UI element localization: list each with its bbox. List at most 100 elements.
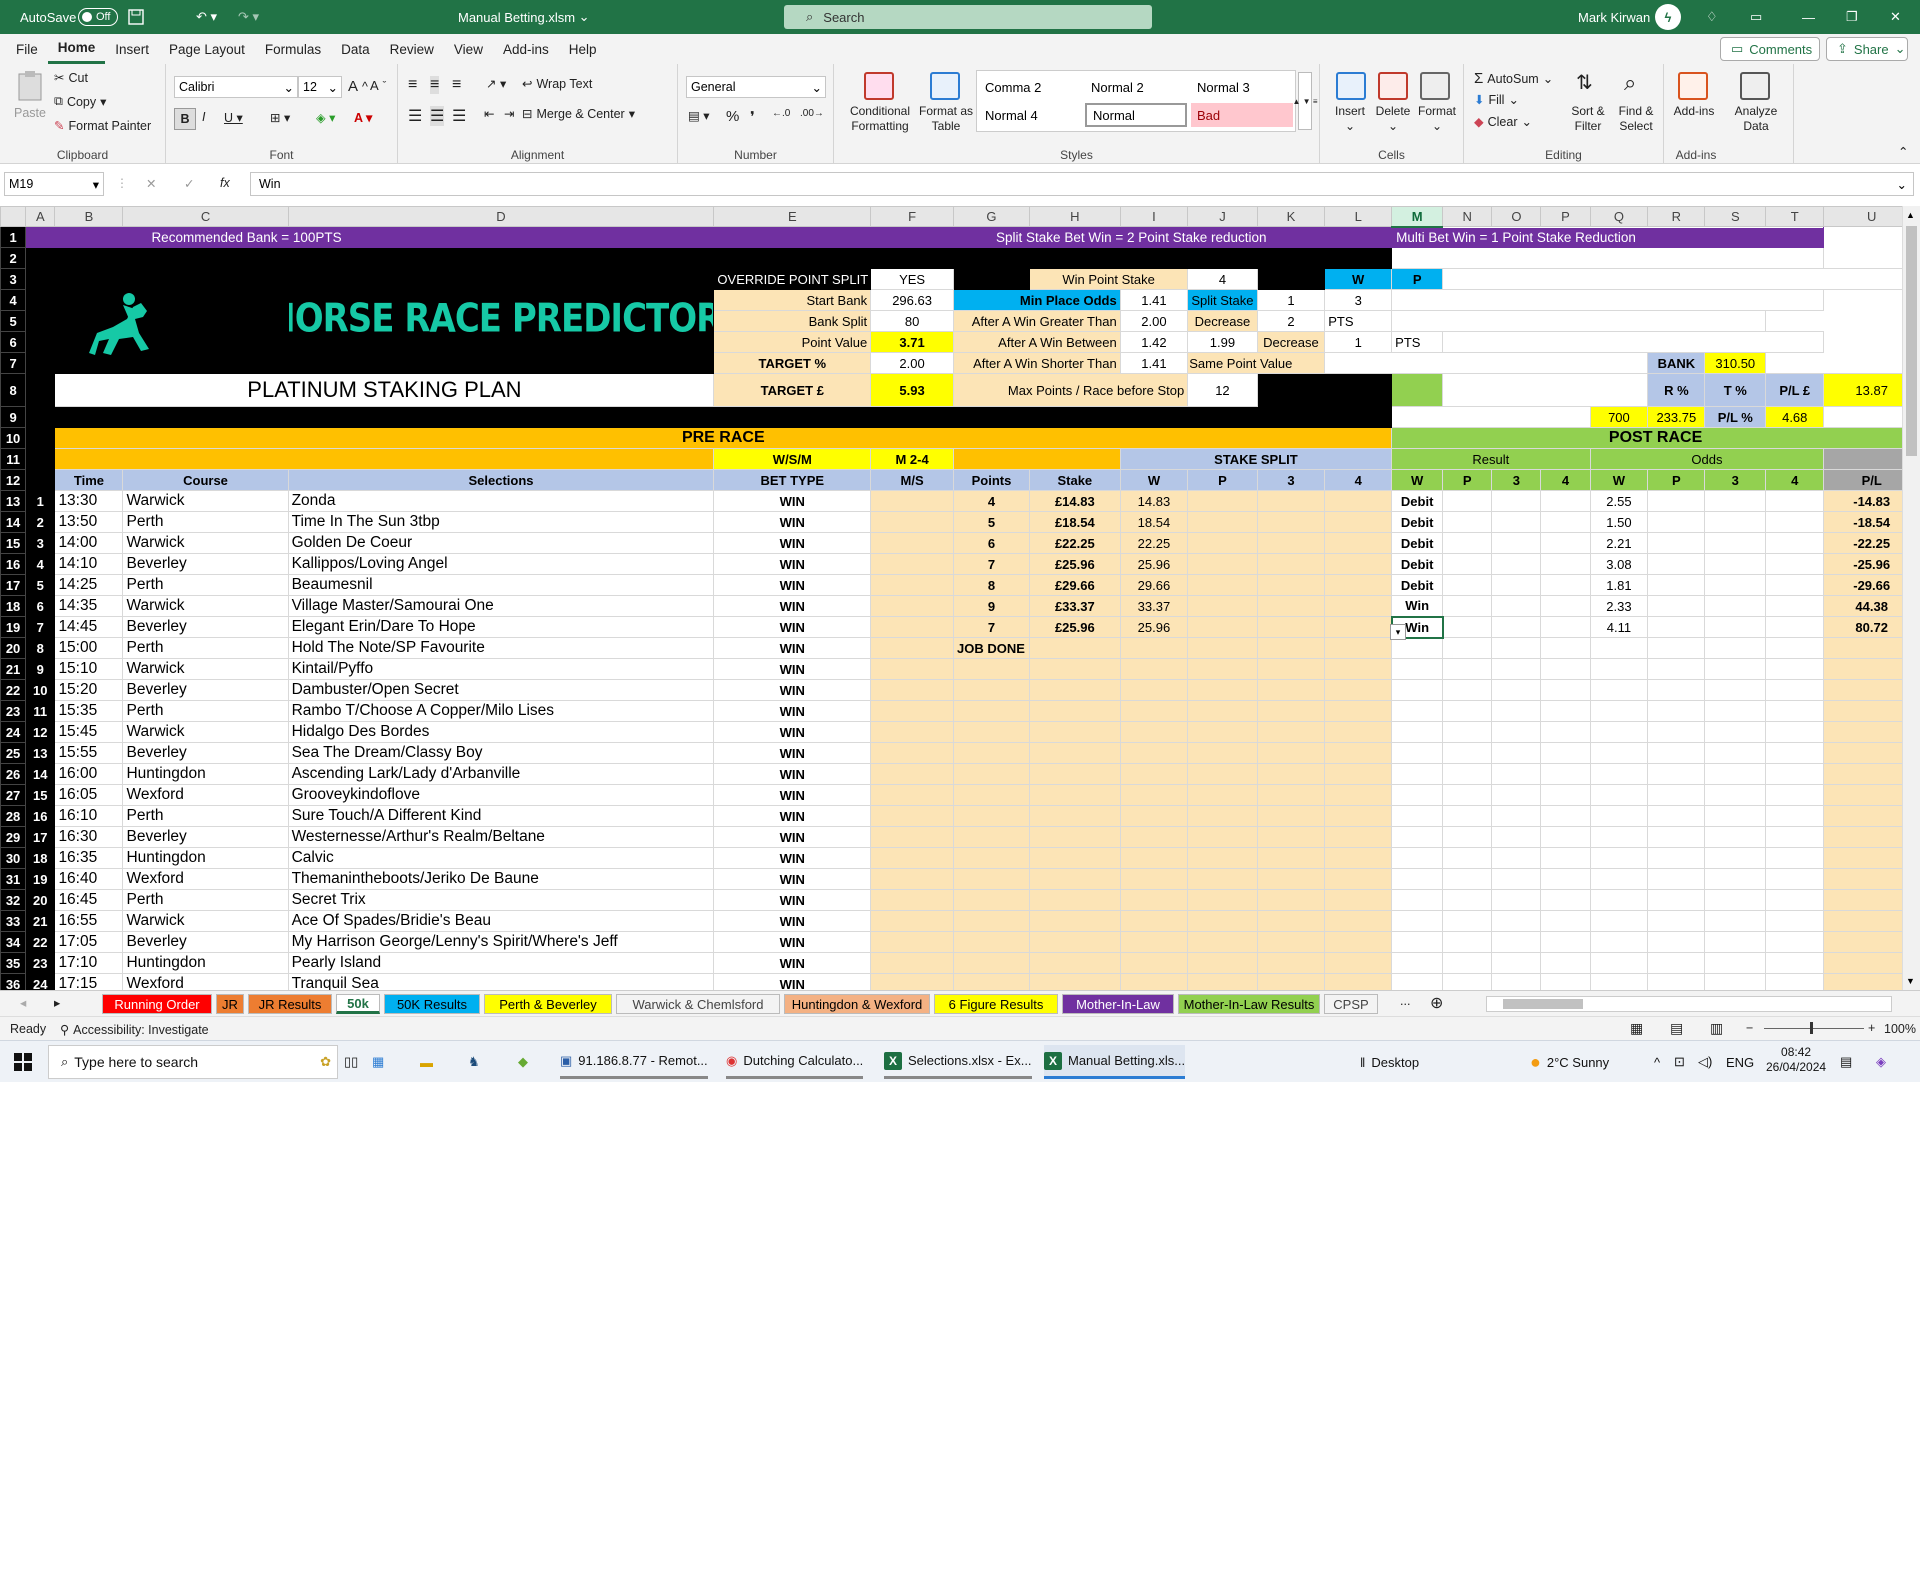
stake-cell[interactable] xyxy=(1028,931,1121,953)
result-4-cell[interactable] xyxy=(1540,784,1591,806)
bet-type[interactable]: WIN xyxy=(713,511,872,533)
race-selection[interactable]: Tranquil Sea xyxy=(287,973,715,990)
points-cell[interactable] xyxy=(953,721,1030,743)
points-cell[interactable] xyxy=(953,805,1030,827)
race-selection[interactable]: Village Master/Samourai One xyxy=(287,595,715,617)
col-E[interactable]: E xyxy=(713,206,872,227)
result-3-cell[interactable] xyxy=(1491,826,1542,848)
style-normal[interactable]: Normal xyxy=(1085,103,1187,127)
split-3-cell[interactable] xyxy=(1256,700,1326,722)
stake-cell[interactable] xyxy=(1028,847,1121,869)
race-time[interactable]: 14:00 xyxy=(54,532,124,554)
format-cells-button[interactable]: Format ⌄ xyxy=(1412,104,1462,134)
result-p-cell[interactable] xyxy=(1442,721,1493,743)
scroll-down-icon[interactable]: ▼ xyxy=(1906,976,1915,986)
add-sheet-icon[interactable]: ⊕ xyxy=(1430,993,1443,1013)
result-p-cell[interactable] xyxy=(1442,742,1493,764)
split-4-cell[interactable] xyxy=(1324,952,1393,974)
result-p-cell[interactable] xyxy=(1442,763,1493,785)
odds-w-cell[interactable] xyxy=(1589,952,1649,974)
split-3-cell[interactable] xyxy=(1256,742,1326,764)
row-header[interactable]: 21 xyxy=(0,658,27,680)
odds-4-cell[interactable] xyxy=(1765,889,1825,911)
autosave-toggle[interactable]: Off xyxy=(78,0,118,34)
odds-p-cell[interactable] xyxy=(1647,910,1706,932)
odds-p-cell[interactable] xyxy=(1647,553,1706,575)
split-3-cell[interactable] xyxy=(1256,553,1326,575)
points-cell[interactable] xyxy=(953,679,1030,701)
greater-value[interactable]: 2.00 xyxy=(1119,310,1189,332)
points-cell[interactable] xyxy=(953,784,1030,806)
race-time[interactable]: 15:45 xyxy=(54,721,124,743)
result-3-cell[interactable] xyxy=(1491,763,1542,785)
split-4-cell[interactable] xyxy=(1324,658,1393,680)
volume-icon[interactable]: ◁) xyxy=(1698,1045,1712,1079)
result-4-cell[interactable] xyxy=(1540,637,1591,659)
result-w-cell[interactable]: Debit xyxy=(1391,574,1444,596)
odds-4-cell[interactable] xyxy=(1765,952,1825,974)
ms-cell[interactable] xyxy=(870,868,954,890)
font-color-icon[interactable]: A ▾ xyxy=(354,110,372,125)
format-as-table-button[interactable]: Format as Table xyxy=(918,104,974,134)
sheet-tab[interactable]: 6 Figure Results xyxy=(934,994,1058,1014)
result-3-cell[interactable] xyxy=(1491,931,1542,953)
row-header[interactable]: 26 xyxy=(0,763,27,785)
fill-color-icon[interactable]: ◈ ▾ xyxy=(316,110,335,125)
race-time[interactable]: 16:05 xyxy=(54,784,124,806)
race-time[interactable]: 17:10 xyxy=(54,952,124,974)
stake-cell[interactable] xyxy=(1028,784,1121,806)
row-header[interactable]: 28 xyxy=(0,805,27,827)
odds-4-cell[interactable] xyxy=(1765,826,1825,848)
borders-icon[interactable]: ⊞ ▾ xyxy=(270,110,290,125)
max-points-value[interactable]: 12 xyxy=(1187,373,1258,407)
split-p-cell[interactable] xyxy=(1187,721,1258,743)
cell-dropdown-arrow[interactable]: ▾ xyxy=(1390,624,1406,640)
split-w-cell[interactable] xyxy=(1119,868,1189,890)
race-time[interactable]: 15:00 xyxy=(54,637,124,659)
result-w-cell[interactable]: Win xyxy=(1391,595,1444,617)
split-4-cell[interactable] xyxy=(1324,616,1393,638)
split-4-cell[interactable] xyxy=(1324,595,1393,617)
autosum-button[interactable]: Σ AutoSum ⌄ xyxy=(1474,70,1553,87)
tab-insert[interactable]: Insert xyxy=(105,34,159,64)
split-p-cell[interactable] xyxy=(1187,700,1258,722)
result-w-cell[interactable] xyxy=(1391,805,1444,827)
split-w-cell[interactable] xyxy=(1119,763,1189,785)
result-p-cell[interactable] xyxy=(1442,973,1493,990)
odds-3-cell[interactable] xyxy=(1704,742,1767,764)
split-w-value[interactable]: 1 xyxy=(1256,289,1326,311)
col-A[interactable]: A xyxy=(25,206,56,227)
undo-icon[interactable]: ↶ ▾ xyxy=(196,0,217,34)
result-w-cell[interactable] xyxy=(1391,784,1444,806)
split-p-cell[interactable] xyxy=(1187,616,1258,638)
minimize-icon[interactable]: — xyxy=(1802,0,1815,34)
race-time[interactable]: 14:35 xyxy=(54,595,124,617)
delete-cells-button[interactable]: Delete ⌄ xyxy=(1368,104,1418,134)
odds-w-cell[interactable]: 1.81 xyxy=(1589,574,1649,596)
race-time[interactable]: 16:40 xyxy=(54,868,124,890)
race-selection[interactable]: Golden De Coeur xyxy=(287,532,715,554)
row-header[interactable]: 16 xyxy=(0,553,27,575)
result-p-cell[interactable] xyxy=(1442,847,1493,869)
odds-3-cell[interactable] xyxy=(1704,721,1767,743)
odds-3-cell[interactable] xyxy=(1704,931,1767,953)
split-p-cell[interactable] xyxy=(1187,511,1258,533)
odds-4-cell[interactable] xyxy=(1765,679,1825,701)
odds-w-cell[interactable]: 2.21 xyxy=(1589,532,1649,554)
styles-scroll[interactable]: ▲ ▼ ≡ xyxy=(1293,72,1317,130)
result-4-cell[interactable] xyxy=(1540,595,1591,617)
ms-cell[interactable] xyxy=(870,679,954,701)
race-course[interactable]: Huntingdon xyxy=(122,763,289,785)
split-3-cell[interactable] xyxy=(1256,574,1326,596)
result-w-cell[interactable] xyxy=(1391,679,1444,701)
stake-cell[interactable] xyxy=(1028,721,1121,743)
result-4-cell[interactable] xyxy=(1540,490,1591,512)
stake-cell[interactable]: £25.96 xyxy=(1028,553,1121,575)
odds-w-cell[interactable]: 2.55 xyxy=(1589,490,1649,512)
race-time[interactable]: 16:00 xyxy=(54,763,124,785)
result-w-cell[interactable] xyxy=(1391,721,1444,743)
result-4-cell[interactable] xyxy=(1540,721,1591,743)
points-cell[interactable] xyxy=(953,763,1030,785)
result-3-cell[interactable] xyxy=(1491,805,1542,827)
points-cell[interactable]: 7 xyxy=(953,616,1030,638)
